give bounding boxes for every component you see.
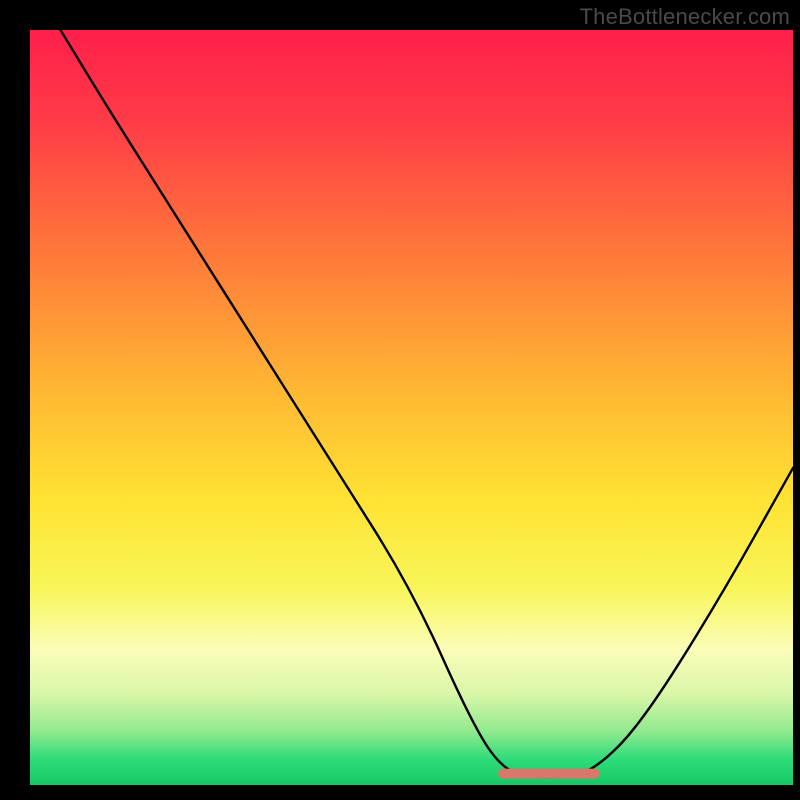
gradient-background bbox=[30, 30, 793, 785]
bottleneck-chart bbox=[0, 0, 800, 800]
watermark-text: TheBottlenecker.com bbox=[580, 4, 790, 30]
